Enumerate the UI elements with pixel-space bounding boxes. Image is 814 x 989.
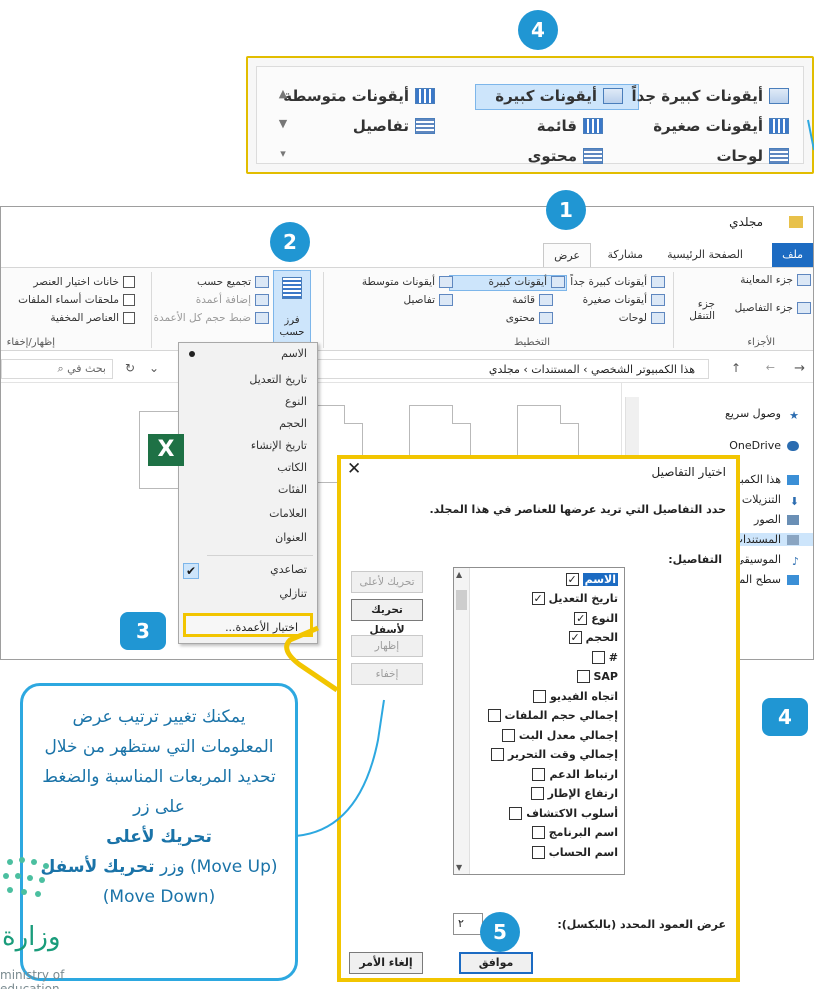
callout-move-up-ar: تحريك لأعلى <box>106 827 212 847</box>
step-badge: 2 <box>270 222 310 262</box>
logo-text: ministry of education <box>0 968 65 989</box>
blue-connector <box>295 699 385 837</box>
step-badge: 1 <box>546 190 586 230</box>
ministry-logo: ﻭﺯﺍﺭﺓ ministry of education <box>0 850 100 989</box>
callout-and: وزر <box>159 857 185 877</box>
step-badge: 5 <box>480 912 520 952</box>
step-badge: 3 <box>120 612 166 650</box>
callout-move-down-en: (Move Down) <box>102 887 216 907</box>
yellow-connector <box>284 625 339 693</box>
logo-dots-icon: ﻭﺯﺍﺭﺓ <box>2 857 61 952</box>
blue-connector <box>807 119 814 151</box>
callout-move-up-en: (Move Up) <box>190 857 278 877</box>
logo-glyph: ﻭﺯﺍﺭﺓ <box>2 922 61 952</box>
excel-badge: X <box>148 434 184 466</box>
callout-line: يمكنك تغيير ترتيب عرض المعلومات التي ستظ… <box>42 707 276 817</box>
step-badge: 4 <box>518 10 558 50</box>
step-badge: 4 <box>762 698 808 736</box>
